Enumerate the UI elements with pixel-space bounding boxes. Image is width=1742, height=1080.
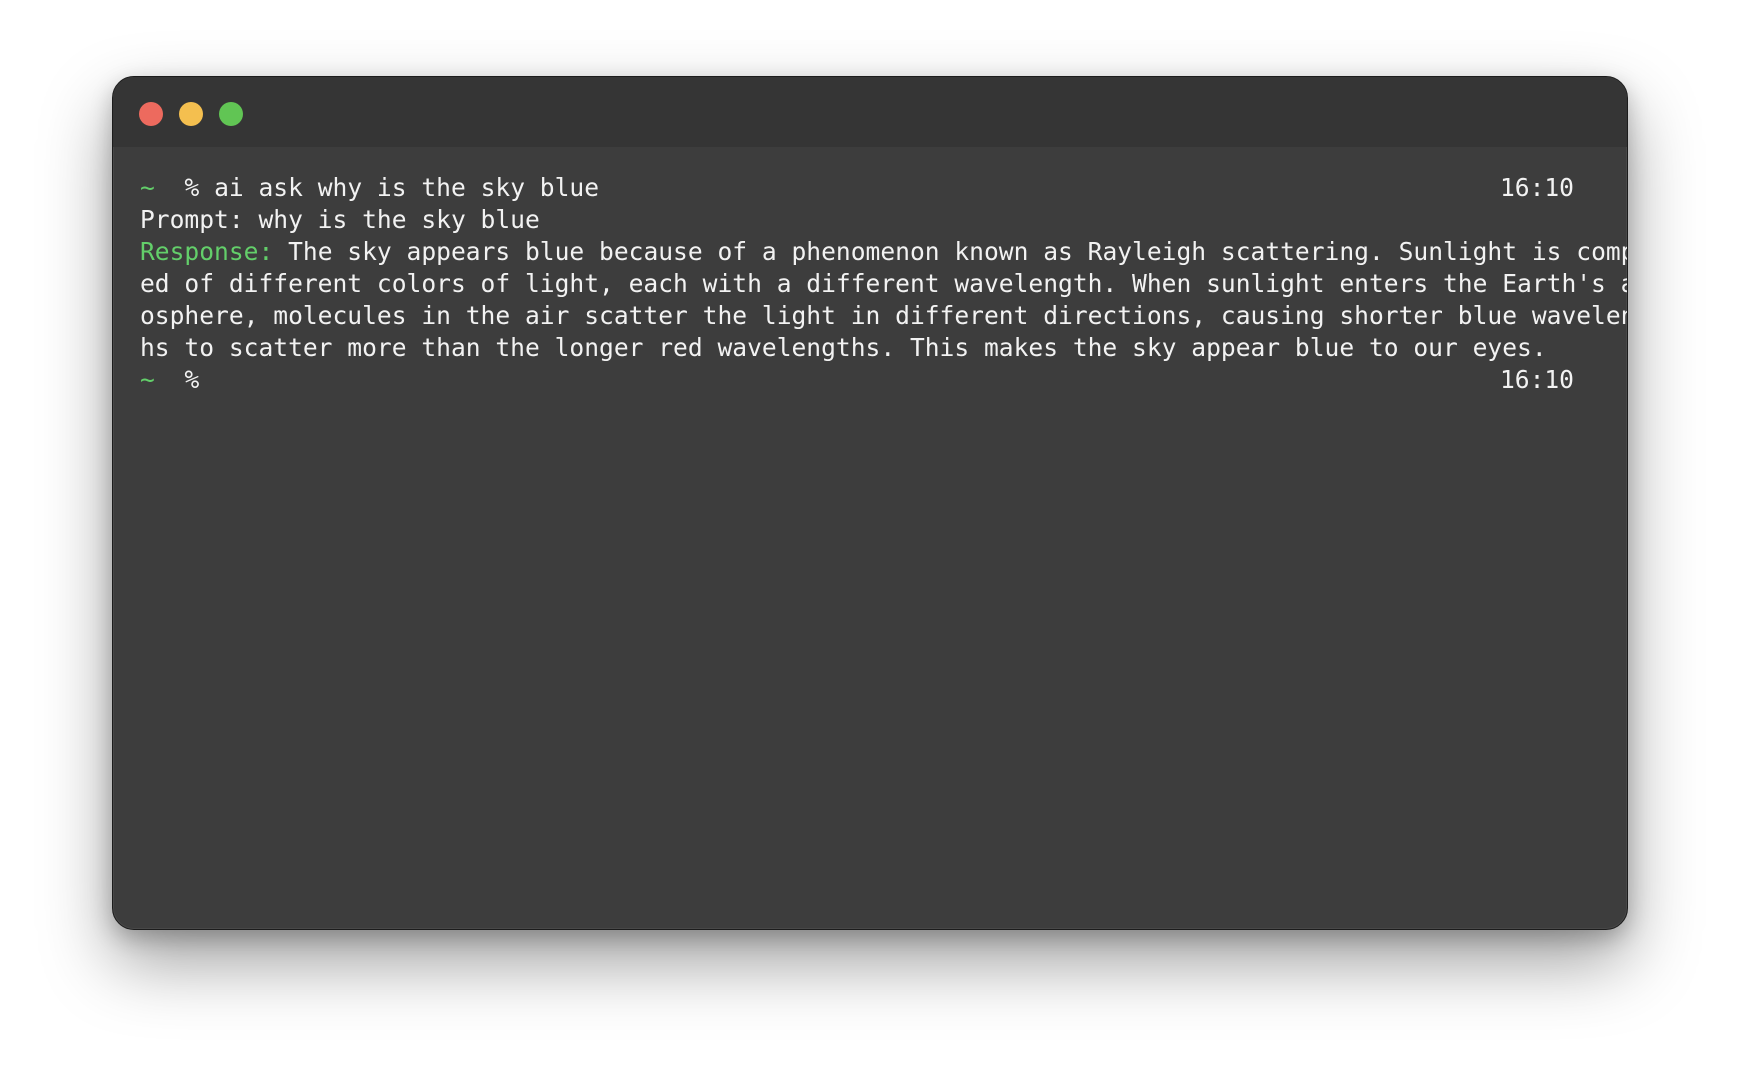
home-directory-prompt: ~ — [140, 173, 155, 202]
terminal-window: ~ % ai ask why is the sky blue 16:10 Prom… — [112, 76, 1628, 930]
command-line: ~ % ai ask why is the sky blue 16:10 — [140, 172, 1602, 204]
current-prompt-line[interactable]: ~ % 16:10 — [140, 364, 1602, 396]
response-text: The sky appears blue because of a phenom… — [288, 237, 1628, 266]
title-bar[interactable] — [113, 77, 1627, 147]
terminal-output[interactable]: ~ % ai ask why is the sky blue 16:10 Prom… — [140, 172, 1628, 396]
response-line-4: hs to scatter more than the longer red w… — [140, 333, 1547, 362]
response-line-1: Response: The sky appears blue because o… — [140, 236, 1627, 268]
response-line-3: osphere, molecules in the air scatter th… — [140, 301, 1628, 330]
prompt-character: % — [184, 365, 200, 394]
close-button[interactable] — [139, 102, 163, 126]
response-line-2: ed of different colors of light, each wi… — [140, 269, 1628, 298]
response-label: Response: — [140, 237, 274, 266]
command-timestamp: 16:10 — [1499, 173, 1574, 202]
prompt-echo-line: Prompt: why is the sky blue — [140, 205, 540, 234]
minimize-button[interactable] — [179, 102, 203, 126]
zoom-button[interactable] — [219, 102, 243, 126]
command-text: ai ask why is the sky blue — [214, 173, 600, 202]
prompt-timestamp: 16:10 — [1499, 365, 1574, 394]
home-directory-prompt: ~ — [140, 365, 155, 394]
prompt-character: % — [184, 173, 200, 202]
